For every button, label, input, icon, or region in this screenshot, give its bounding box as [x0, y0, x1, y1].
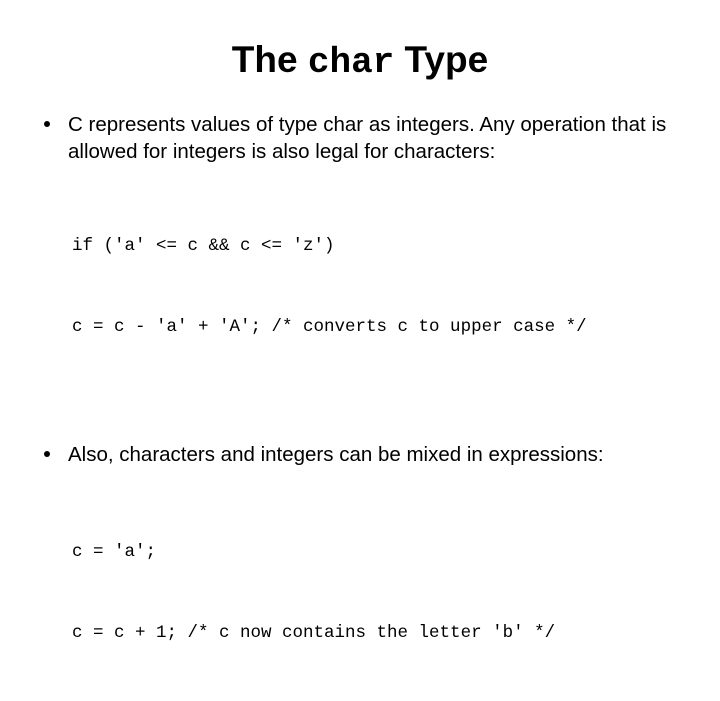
code-line: c = c - 'a' + 'A'; /* converts c to uppe… — [72, 317, 587, 337]
list-item-label: C represents values of type char as inte… — [68, 113, 667, 163]
list-item-label: Also, characters and integers can be mix… — [68, 443, 604, 466]
page-title: The char Type — [0, 38, 720, 85]
page-title-mono-keyword: char — [307, 42, 395, 83]
page-title-suffix: Type — [394, 39, 489, 80]
code-line: c = c + 1; /* c now contains the letter … — [72, 622, 556, 643]
code-line: c = 'a'; — [72, 541, 157, 562]
bullet-dot-icon — [44, 451, 50, 457]
list-item: C represents values of type char as inte… — [0, 112, 720, 165]
code-line: if ('a' <= c && c <= 'z') — [72, 236, 335, 256]
bullet-dot-icon — [44, 121, 50, 127]
page-title-prefix: The — [231, 39, 308, 80]
code-block-upper-case: if ('a' <= c && c <= 'z') c = c - 'a' + … — [0, 179, 720, 395]
slide-body: C represents values of type char as inte… — [0, 112, 720, 701]
code-block-mixed-expressions: c = 'a'; c = c + 1; /* c now contains th… — [0, 485, 720, 701]
list-item: Also, characters and integers can be mix… — [0, 442, 720, 469]
slide-canvas: The char Type C represents values of typ… — [0, 0, 720, 643]
